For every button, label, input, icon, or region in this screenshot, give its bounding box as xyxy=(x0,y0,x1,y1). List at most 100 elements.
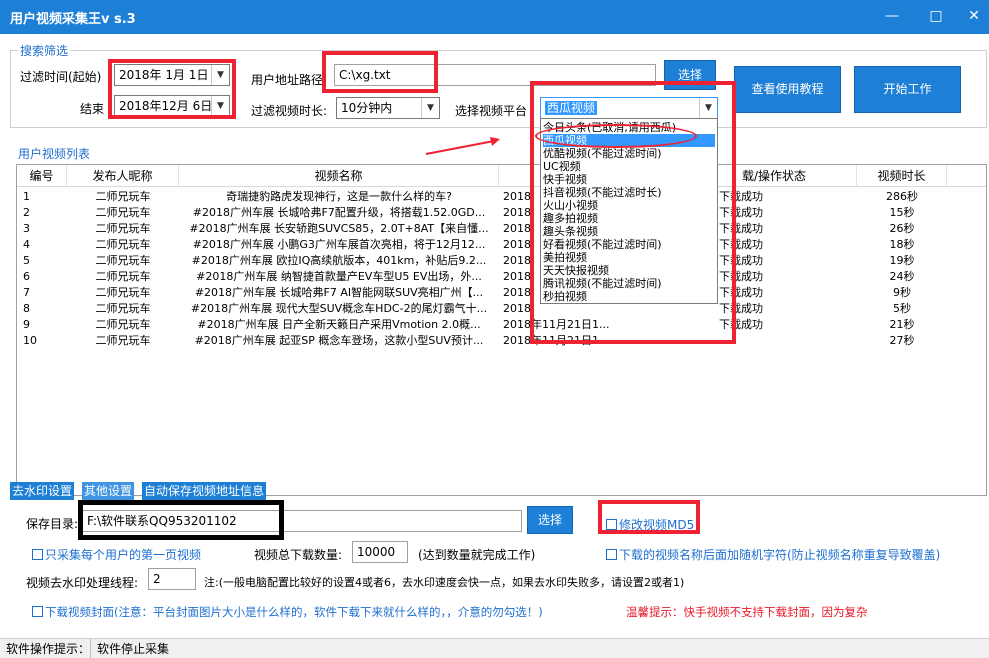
chevron-down-icon[interactable]: ▼ xyxy=(699,98,717,118)
table-row[interactable]: 1 二师兄玩车 奇瑞捷豹路虎发现神行，这是一款什么样的车? 2018 下载成功 286秒 xyxy=(17,189,986,205)
save-dir-input[interactable]: F:\软件联系QQ953201102 xyxy=(82,510,522,532)
chevron-down-icon[interactable]: ▼ xyxy=(421,98,439,118)
cell-name: #2018广州车展 现代大型SUV概念车HDC-2的尾灯霸气十... xyxy=(190,302,488,315)
video-table[interactable]: 编号 发布人昵称 视频名称 发 载/操作状态 视频时长 1 二师兄玩车 奇瑞捷豹路虎… xyxy=(16,164,987,496)
threads-input[interactable]: 2 xyxy=(148,568,196,590)
dropdown-option[interactable]: 优酷视频(不能过滤时间) xyxy=(543,147,715,160)
cell-status: 下载成功 xyxy=(719,270,763,283)
duration-label: 过滤视频时长: xyxy=(251,104,328,118)
dropdown-option[interactable]: 趣头条视频 xyxy=(543,225,715,238)
warm-tip: 温馨提示：快手视频不支持下载封面，因为复杂 xyxy=(626,605,868,619)
cell-status: 下载成功 xyxy=(719,254,763,267)
cell-duration: 24秒 xyxy=(889,270,915,283)
dropdown-option[interactable]: 腾讯视频(不能过滤时间) xyxy=(543,277,715,290)
save-dir-select-button[interactable]: 选择 xyxy=(527,506,573,534)
cell-status: 下载成功 xyxy=(719,238,763,251)
cell-author: 二师兄玩车 xyxy=(95,254,151,267)
cell-status xyxy=(719,333,799,349)
cell-author: 二师兄玩车 xyxy=(95,302,151,315)
download-cover-label: 下载视频封面(注意：平台封面图片大小是什么样的，软件下载下来就什么样的，，介意的… xyxy=(45,605,543,619)
minimize-icon[interactable]: — xyxy=(880,6,904,26)
main-client-area: 搜索筛选 过滤时间(起始) 2018年 1月 1日 ▼ 结束 2018年12月 … xyxy=(0,34,989,638)
close-icon[interactable]: ✕ xyxy=(962,6,986,26)
cell-name: #2018广州车展 长安轿跑SUVCS85，2.0T+8AT【来自懂... xyxy=(189,222,489,235)
dropdown-option[interactable]: 快手视频 xyxy=(543,173,715,186)
cell-name: #2018广州车展 日产全新天籁日产采用Vmotion 2.0概... xyxy=(197,318,481,331)
cell-name: 奇瑞捷豹路虎发现神行，这是一款什么样的车? xyxy=(226,190,452,203)
platform-select[interactable]: 西瓜视频 ▼ xyxy=(540,97,718,119)
table-row[interactable]: 9 二师兄玩车 #2018广州车展 日产全新天籁日产采用Vmotion 2.0概..… xyxy=(17,317,986,333)
path-select-button[interactable]: 选择 xyxy=(664,60,716,90)
column-header[interactable]: 视频时长 xyxy=(857,165,947,187)
cell-no: 10 xyxy=(23,334,37,347)
column-header[interactable]: 编号 xyxy=(17,165,67,187)
cell-author: 二师兄玩车 xyxy=(95,318,151,331)
cell-status: 下载成功 xyxy=(719,302,763,315)
dropdown-option[interactable]: 趣多拍视频 xyxy=(543,212,715,225)
dropdown-option[interactable]: 火山小视频 xyxy=(543,199,715,212)
download-cover-checkbox[interactable]: 下载视频封面(注意：平台封面图片大小是什么样的，软件下载下来就什么样的，，介意的… xyxy=(32,604,543,620)
tab-other[interactable]: 其他设置 xyxy=(82,482,135,500)
tab-watermark[interactable]: 去水印设置 xyxy=(10,482,75,500)
table-row[interactable]: 8 二师兄玩车 #2018广州车展 现代大型SUV概念车HDC-2的尾灯霸气十...… xyxy=(17,301,986,317)
status-label: 软件操作提示： xyxy=(6,642,91,656)
random-suffix-checkbox[interactable]: 下载的视频名称后面加随机字符(防止视频名称重复导致覆盖) xyxy=(606,546,940,563)
end-date-value: 2018年12月 6日 xyxy=(119,99,213,113)
cell-author: 二师兄玩车 xyxy=(95,206,151,219)
modify-md5-checkbox[interactable]: 修改视频MD5 xyxy=(606,516,694,533)
end-date-label: 结束 xyxy=(80,102,105,116)
cell-no: 3 xyxy=(23,222,30,235)
window-title: 用户视频采集王v s.3 xyxy=(10,12,136,27)
end-date-picker[interactable]: 2018年12月 6日 ▼ xyxy=(114,95,230,117)
maximize-icon[interactable]: □ xyxy=(924,6,948,26)
dropdown-option[interactable]: 好看视频(不能过滤时间) xyxy=(543,238,715,251)
table-row[interactable]: 3 二师兄玩车 #2018广州车展 长安轿跑SUVCS85，2.0T+8AT【来自懂… xyxy=(17,221,986,237)
start-date-picker[interactable]: 2018年 1月 1日 ▼ xyxy=(114,64,230,86)
dropdown-option[interactable]: 天天快报视频 xyxy=(543,264,715,277)
table-row[interactable]: 7 二师兄玩车 #2018广州车展 长城哈弗F7 AI智能网联SUV亮相广州【...… xyxy=(17,285,986,301)
filter-section-label: 搜索筛选 xyxy=(18,42,71,59)
cell-name: #2018广州车展 长城哈弗F7配置升级，将搭载1.52.0GD... xyxy=(192,206,486,219)
column-header[interactable]: 发布人昵称 xyxy=(67,165,179,187)
cell-name: #2018广州车展 纳智捷首款量产EV车型U5 EV出场，外... xyxy=(196,270,482,283)
dropdown-option[interactable]: 抖音视频(不能过滤时长) xyxy=(543,186,715,199)
cell-duration: 21秒 xyxy=(889,318,915,331)
table-row[interactable]: 5 二师兄玩车 #2018广州车展 欧拉IQ高续航版本，401km，补贴后9.2..… xyxy=(17,253,986,269)
first-page-label: 只采集每个用户的第一页视频 xyxy=(45,548,202,562)
chevron-down-icon[interactable]: ▼ xyxy=(211,65,229,85)
column-header[interactable]: 视频名称 xyxy=(179,165,499,187)
cell-duration: 286秒 xyxy=(886,190,918,203)
cell-no: 9 xyxy=(23,318,30,331)
cell-duration: 5秒 xyxy=(893,302,911,315)
platform-value: 西瓜视频 xyxy=(545,101,598,115)
cell-no: 8 xyxy=(23,302,30,315)
modify-md5-label: 修改视频MD5 xyxy=(619,518,695,532)
duration-select[interactable]: 10分钟内 ▼ xyxy=(336,97,440,119)
tab-auto-save[interactable]: 自动保存视频地址信息 xyxy=(142,482,267,500)
highlight-ellipse xyxy=(535,124,697,148)
cell-status: 下载成功 xyxy=(719,286,763,299)
user-path-input[interactable]: C:\xg.txt xyxy=(334,64,656,86)
cell-date: 2018年11月21日1... xyxy=(503,318,610,331)
random-suffix-label: 下载的视频名称后面加随机字符(防止视频名称重复导致覆盖) xyxy=(619,548,941,562)
table-row[interactable]: 10 二师兄玩车 #2018广州车展 起亚SP 概念车登场，这款小型SUV预计...… xyxy=(17,333,986,349)
cell-author: 二师兄玩车 xyxy=(95,222,151,235)
total-count-label: 视频总下载数量: xyxy=(254,548,343,562)
total-count-input[interactable]: 10000 xyxy=(352,541,408,563)
table-row[interactable]: 6 二师兄玩车 #2018广州车展 纳智捷首款量产EV车型U5 EV出场，外... 2… xyxy=(17,269,986,285)
dropdown-option[interactable]: UC视频 xyxy=(543,160,715,173)
tutorial-button[interactable]: 查看使用教程 xyxy=(734,66,841,113)
threads-label: 视频去水印处理线程: xyxy=(26,576,139,590)
chevron-down-icon[interactable]: ▼ xyxy=(211,96,229,116)
dropdown-option[interactable]: 美拍视频 xyxy=(543,251,715,264)
table-row[interactable]: 4 二师兄玩车 #2018广州车展 小鹏G3广州车展首次亮相，将于12月12... 2… xyxy=(17,237,986,253)
cell-status: 下载成功 xyxy=(719,222,763,235)
start-work-button[interactable]: 开始工作 xyxy=(854,66,961,113)
cell-no: 6 xyxy=(23,270,30,283)
cell-author: 二师兄玩车 xyxy=(95,190,151,203)
first-page-checkbox[interactable]: 只采集每个用户的第一页视频 xyxy=(32,546,201,563)
dropdown-option[interactable]: 秒拍视频 xyxy=(543,290,715,303)
start-date-value: 2018年 1月 1日 xyxy=(119,68,209,82)
table-row[interactable]: 2 二师兄玩车 #2018广州车展 长城哈弗F7配置升级，将搭载1.52.0GD..… xyxy=(17,205,986,221)
cell-no: 1 xyxy=(23,190,30,203)
